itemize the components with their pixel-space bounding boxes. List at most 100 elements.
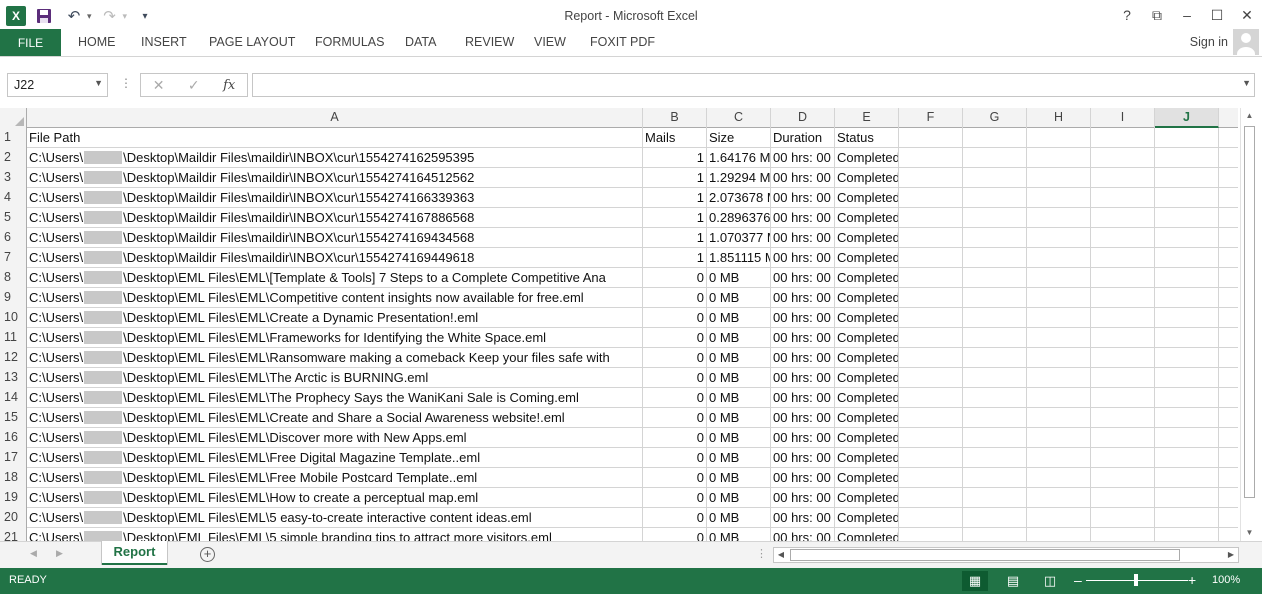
previous-sheet-icon[interactable]: ◀: [30, 548, 37, 559]
cell-mails[interactable]: 0: [643, 408, 707, 428]
empty-cell[interactable]: [1091, 288, 1155, 308]
worksheet-grid[interactable]: A B C D E F G H I J 1 File Path Mails Si…: [0, 108, 1238, 541]
cell-mails[interactable]: 1: [643, 228, 707, 248]
cell-status[interactable]: Completed: [835, 448, 899, 468]
cell-mails[interactable]: 0: [643, 348, 707, 368]
empty-cell[interactable]: [1155, 528, 1219, 541]
cell-mails[interactable]: 0: [643, 448, 707, 468]
cell-status[interactable]: Completed: [835, 168, 899, 188]
cell-mails[interactable]: 0: [643, 308, 707, 328]
empty-cell[interactable]: [899, 168, 963, 188]
cell-file-path[interactable]: C:\Users\ \Desktop\EML Files\EML\Competit…: [27, 288, 643, 308]
cell-mails[interactable]: 0: [643, 268, 707, 288]
empty-cell[interactable]: [1091, 308, 1155, 328]
cell-file-path[interactable]: C:\Users\ \Desktop\Maildir Files\maildir\…: [27, 248, 643, 268]
empty-cell[interactable]: [1155, 368, 1219, 388]
minimize-icon[interactable]: –: [1172, 4, 1202, 26]
cell-duration[interactable]: 00 hrs: 00: [771, 488, 835, 508]
cell-size[interactable]: 0 MB: [707, 348, 771, 368]
cell-mails[interactable]: 0: [643, 388, 707, 408]
cell-file-path[interactable]: C:\Users\ \Desktop\Maildir Files\maildir\…: [27, 188, 643, 208]
cell-file-path[interactable]: C:\Users\ \Desktop\EML Files\EML\Discover…: [27, 428, 643, 448]
header-mails[interactable]: Mails: [643, 128, 707, 148]
empty-cell[interactable]: [963, 428, 1027, 448]
empty-cell[interactable]: [1027, 128, 1091, 148]
empty-cell[interactable]: [1091, 248, 1155, 268]
row-header[interactable]: 18: [0, 468, 27, 488]
row-header[interactable]: 10: [0, 308, 27, 328]
cell-duration[interactable]: 00 hrs: 00: [771, 268, 835, 288]
row-header[interactable]: 14: [0, 388, 27, 408]
empty-cell[interactable]: [1155, 148, 1219, 168]
cell-duration[interactable]: 00 hrs: 00: [771, 168, 835, 188]
row-header[interactable]: 17: [0, 448, 27, 468]
cell-mails[interactable]: 0: [643, 468, 707, 488]
empty-cell[interactable]: [1155, 308, 1219, 328]
column-header-g[interactable]: G: [963, 108, 1027, 128]
row-header[interactable]: 16: [0, 428, 27, 448]
cell-mails[interactable]: 0: [643, 428, 707, 448]
tab-splitter-icon[interactable]: ⋮: [756, 547, 767, 560]
empty-cell[interactable]: [963, 128, 1027, 148]
cell-status[interactable]: Completed: [835, 248, 899, 268]
cell-duration[interactable]: 00 hrs: 00: [771, 408, 835, 428]
cell-status[interactable]: Completed: [835, 228, 899, 248]
cell-file-path[interactable]: C:\Users\ \Desktop\Maildir Files\maildir\…: [27, 208, 643, 228]
cell-duration[interactable]: 00 hrs: 00: [771, 208, 835, 228]
empty-cell[interactable]: [899, 488, 963, 508]
empty-cell[interactable]: [1155, 428, 1219, 448]
row-header[interactable]: 20: [0, 508, 27, 528]
cell-duration[interactable]: 00 hrs: 00: [771, 348, 835, 368]
empty-cell[interactable]: [1091, 508, 1155, 528]
empty-cell[interactable]: [963, 248, 1027, 268]
empty-cell[interactable]: [899, 148, 963, 168]
cell-size[interactable]: 0 MB: [707, 268, 771, 288]
cell-mails[interactable]: 0: [643, 488, 707, 508]
scroll-right-icon[interactable]: ▶: [1224, 548, 1238, 562]
empty-cell[interactable]: [1155, 268, 1219, 288]
row-header[interactable]: 4: [0, 188, 27, 208]
empty-cell[interactable]: [899, 268, 963, 288]
empty-cell[interactable]: [1155, 168, 1219, 188]
cell-size[interactable]: 0 MB: [707, 468, 771, 488]
cell-duration[interactable]: 00 hrs: 00: [771, 328, 835, 348]
empty-cell[interactable]: [963, 328, 1027, 348]
cell-duration[interactable]: 00 hrs: 00: [771, 188, 835, 208]
tab-home[interactable]: HOME: [78, 35, 116, 49]
cell-status[interactable]: Completed: [835, 468, 899, 488]
empty-cell[interactable]: [1027, 508, 1091, 528]
cell-status[interactable]: Completed: [835, 208, 899, 228]
empty-cell[interactable]: [1027, 368, 1091, 388]
tab-formulas[interactable]: FORMULAS: [315, 35, 384, 49]
cell-file-path[interactable]: C:\Users\ \Desktop\EML Files\EML\The Prop…: [27, 388, 643, 408]
insert-function-icon[interactable]: fx: [223, 78, 235, 93]
page-break-view-icon[interactable]: ◫: [1037, 571, 1063, 591]
tab-review[interactable]: REVIEW: [465, 35, 514, 49]
empty-cell[interactable]: [899, 128, 963, 148]
empty-cell[interactable]: [899, 508, 963, 528]
column-header-b[interactable]: B: [643, 108, 707, 128]
cell-duration[interactable]: 00 hrs: 00: [771, 428, 835, 448]
maximize-icon[interactable]: ☐: [1202, 4, 1232, 26]
cell-file-path[interactable]: C:\Users\ \Desktop\EML Files\EML\Free Mob…: [27, 468, 643, 488]
empty-cell[interactable]: [1027, 208, 1091, 228]
empty-cell[interactable]: [1155, 468, 1219, 488]
empty-cell[interactable]: [899, 308, 963, 328]
empty-cell[interactable]: [1155, 128, 1219, 148]
row-header[interactable]: 6: [0, 228, 27, 248]
formula-input[interactable]: ▼: [252, 73, 1255, 97]
empty-cell[interactable]: [1155, 388, 1219, 408]
scroll-up-icon[interactable]: ▲: [1241, 108, 1258, 124]
empty-cell[interactable]: [963, 208, 1027, 228]
column-header-h[interactable]: H: [1027, 108, 1091, 128]
cell-file-path[interactable]: C:\Users\ \Desktop\EML Files\EML\Create a…: [27, 408, 643, 428]
row-header[interactable]: 19: [0, 488, 27, 508]
cell-duration[interactable]: 00 hrs: 00: [771, 228, 835, 248]
row-header[interactable]: 15: [0, 408, 27, 428]
vertical-scrollbar[interactable]: ▲ ▼: [1240, 108, 1257, 541]
empty-cell[interactable]: [1155, 228, 1219, 248]
cell-status[interactable]: Completed: [835, 388, 899, 408]
empty-cell[interactable]: [1027, 468, 1091, 488]
cell-duration[interactable]: 00 hrs: 00: [771, 508, 835, 528]
empty-cell[interactable]: [963, 148, 1027, 168]
